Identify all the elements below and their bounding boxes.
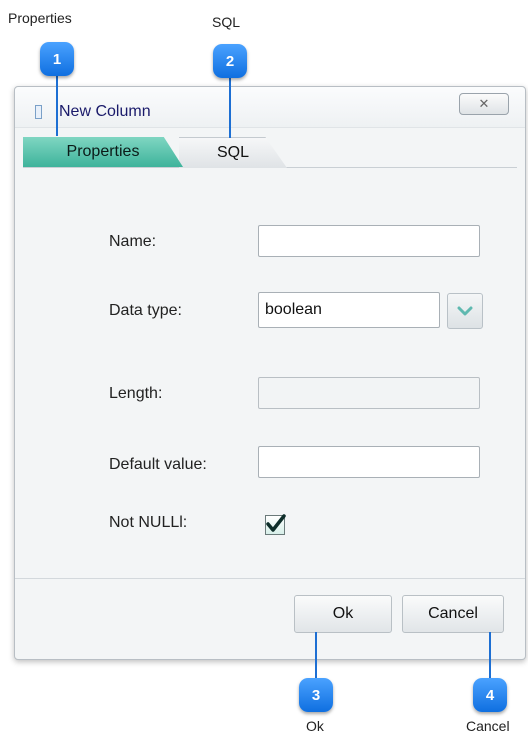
callout-line-2 — [229, 78, 231, 138]
dialog-titlebar: New Column ✕ — [15, 87, 525, 128]
callout-line-1 — [56, 76, 58, 136]
length-label: Length: — [109, 385, 163, 402]
footer-divider — [15, 578, 525, 579]
dialog-title: New Column — [59, 103, 151, 120]
callout-badge-4: 4 — [473, 678, 507, 712]
callout-line-3 — [315, 632, 317, 680]
callout-cancel-label: Cancel — [466, 718, 510, 734]
tab-properties-label: Properties — [66, 143, 140, 160]
callout-badge-1: 1 — [40, 42, 74, 76]
default-value-label: Default value: — [109, 456, 207, 473]
callout-badge-3: 3 — [299, 678, 333, 712]
cancel-button[interactable]: Cancel — [402, 595, 504, 633]
not-null-checkbox[interactable] — [265, 514, 286, 535]
callout-ok-label: Ok — [306, 718, 324, 734]
callout-badge-2: 2 — [213, 44, 247, 78]
data-type-label: Data type: — [109, 302, 182, 319]
checkmark-icon — [266, 514, 286, 532]
data-type-dropdown-button[interactable] — [447, 293, 483, 329]
tab-sql[interactable]: SQL — [179, 137, 287, 168]
length-input[interactable] — [258, 377, 480, 409]
ok-button[interactable]: Ok — [294, 595, 392, 633]
callout-line-4 — [489, 632, 491, 680]
data-type-select[interactable]: boolean — [258, 292, 440, 328]
window-icon — [35, 105, 42, 119]
close-icon: ✕ — [478, 96, 490, 111]
data-type-value: boolean — [265, 301, 322, 318]
callout-properties-label: Properties — [8, 10, 72, 26]
default-value-input[interactable] — [258, 446, 480, 478]
name-input[interactable] — [258, 225, 480, 257]
not-null-label: Not NULLl: — [109, 514, 188, 531]
tab-sql-label: SQL — [216, 144, 249, 161]
new-column-dialog: New Column ✕ Properties SQL Name: Data t… — [14, 86, 526, 660]
name-label: Name: — [109, 233, 157, 250]
close-button[interactable]: ✕ — [459, 93, 509, 115]
chevron-down-icon — [457, 306, 473, 316]
callout-sql-label: SQL — [212, 14, 241, 30]
tab-properties[interactable]: Properties — [23, 137, 183, 167]
